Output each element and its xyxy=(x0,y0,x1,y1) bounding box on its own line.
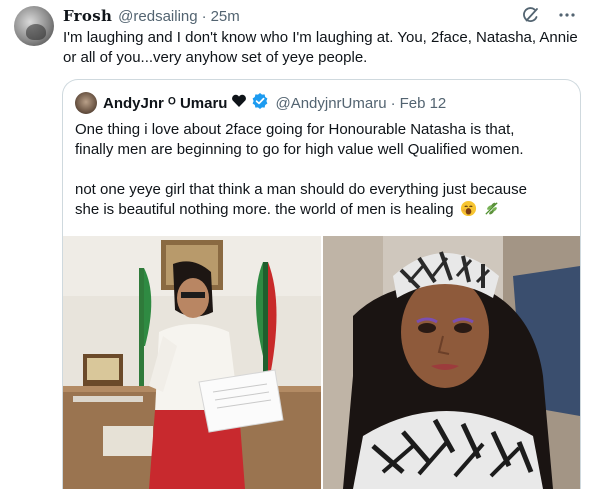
more-options-icon[interactable] xyxy=(557,5,577,30)
tweet-header: Frosh @redsailing · 25m xyxy=(63,6,240,26)
tweet-actions-top xyxy=(521,5,577,30)
herb-emoji xyxy=(483,200,500,223)
photo-woman-headwrap-portrait[interactable] xyxy=(322,236,581,489)
media-grid xyxy=(63,236,580,489)
tweet-time[interactable]: 25m xyxy=(211,8,240,25)
heart-icon xyxy=(231,94,247,112)
author-name[interactable]: Frosh xyxy=(63,7,112,25)
quoted-text-line: she is beautiful nothing more. the world… xyxy=(75,200,570,223)
photo-woman-reading-document[interactable] xyxy=(63,236,321,489)
quoted-author-avatar[interactable] xyxy=(75,92,97,114)
quoted-text-line: One thing i love about 2face going for H… xyxy=(75,121,515,138)
yawning-face-emoji xyxy=(460,200,477,223)
verified-badge-icon xyxy=(251,92,269,114)
quoted-tweet-date[interactable]: Feb 12 xyxy=(400,95,447,112)
quoted-tweet-card[interactable]: AndyJnr ᴼ Umaru @AndyjnrUmaru · Feb 12 O… xyxy=(62,79,581,489)
quoted-author-name[interactable]: AndyJnr ᴼ Umaru xyxy=(103,95,227,112)
tweet-text: I'm laughing and I don't know who I'm la… xyxy=(63,29,578,66)
grok-icon[interactable] xyxy=(521,5,541,30)
quoted-text-line: finally men are beginning to go for high… xyxy=(75,141,524,158)
quoted-tweet-header: AndyJnr ᴼ Umaru @AndyjnrUmaru · Feb 12 xyxy=(103,92,446,114)
quoted-text-line: not one yeye girl that think a man shoul… xyxy=(75,181,527,198)
quoted-text-segment: she is beautiful nothing more. the world… xyxy=(75,201,454,218)
author-handle[interactable]: @redsailing xyxy=(118,8,197,25)
separator-dot: · xyxy=(390,94,396,112)
quoted-tweet-text: One thing i love about 2face going for H… xyxy=(75,120,570,223)
author-avatar[interactable] xyxy=(14,6,54,46)
quoted-author-handle[interactable]: @AndyjnrUmaru xyxy=(275,95,386,112)
separator-dot: · xyxy=(201,7,207,25)
